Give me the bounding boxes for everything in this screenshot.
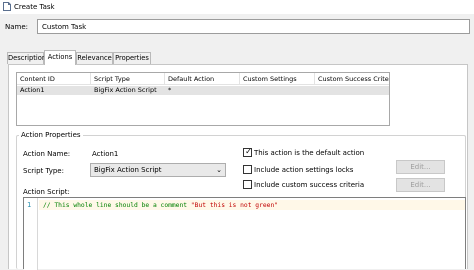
code-comment: // This whole line should be a comment [43,202,191,209]
column-header-custom-success[interactable]: Custom Success Crite... [315,73,389,85]
tab-description[interactable]: Description [7,52,46,64]
name-label: Name: [5,23,29,31]
action-script-label: Action Script: [23,188,70,196]
script-type-select[interactable]: BigFix Action Script ⌄ [90,163,226,177]
column-header-content-id[interactable]: Content ID [17,73,91,85]
tab-actions[interactable]: Actions [44,50,76,65]
tab-relevance[interactable]: Relevance [76,52,113,64]
script-type-label: Script Type: [23,167,64,175]
action-name-label: Action Name: [23,150,71,158]
default-action-checkbox[interactable]: ✓ [243,147,252,157]
action-properties-legend: Action Properties [19,130,83,140]
cell-custom-settings [240,86,315,95]
checkmark-icon: ✓ [245,147,252,156]
document-icon [3,2,11,11]
settings-locks-checkbox[interactable] [243,165,252,174]
column-header-custom-settings[interactable]: Custom Settings [240,73,315,85]
success-criteria-checkbox-label[interactable]: Include custom success criteria [254,180,364,190]
column-header-default-action[interactable]: Default Action [165,73,240,85]
grid-header: Content ID Script Type Default Action Cu… [17,73,389,85]
table-row[interactable]: Action1 BigFix Action Script * [17,86,389,95]
window-title: Create Task [14,3,55,11]
cell-default-action: * [168,86,172,94]
default-action-checkbox-label[interactable]: This action is the default action [254,148,364,158]
column-header-script-type[interactable]: Script Type [91,73,165,85]
code-line[interactable]: // This whole line should be a comment "… [43,201,278,210]
action-name-value: Action1 [92,150,119,158]
line-number: 1 [27,201,32,209]
name-input[interactable]: Custom Task [37,19,470,34]
title-bar [0,0,474,14]
edit-settings-locks-button[interactable]: Edit... [396,160,445,174]
tab-properties[interactable]: Properties [113,52,151,64]
cell-custom-success [315,86,389,95]
cell-content-id: Action1 [20,86,45,94]
code-string: "But this is not green" [190,202,279,209]
success-criteria-checkbox[interactable] [243,180,252,189]
script-type-selected-value: BigFix Action Script [94,166,162,174]
cell-script-type: BigFix Action Script [94,86,157,94]
action-script-editor[interactable]: 1 // This whole line should be a comment… [23,197,466,270]
edit-success-criteria-button[interactable]: Edit... [396,178,445,192]
settings-locks-checkbox-label[interactable]: Include action settings locks [254,165,353,175]
actions-grid[interactable]: Content ID Script Type Default Action Cu… [16,72,390,126]
chevron-down-icon: ⌄ [216,166,222,174]
